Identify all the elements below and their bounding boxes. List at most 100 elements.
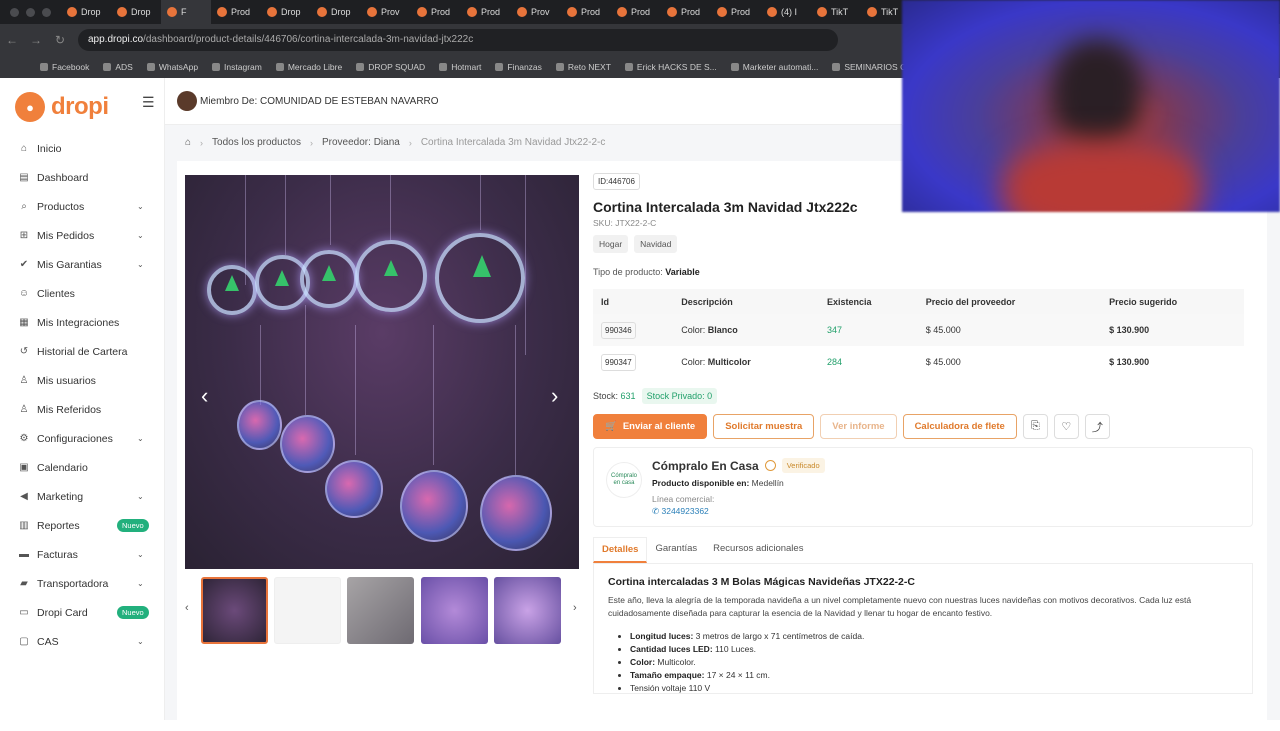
dropi-logo[interactable]: ● dropi <box>0 78 164 126</box>
download-file-icon[interactable]: ⎘ <box>1022 414 1048 439</box>
tab-details[interactable]: Detalles <box>593 537 648 563</box>
variant-id-cell: 990347 <box>593 346 673 378</box>
browser-tab[interactable]: TikT <box>811 0 861 24</box>
bookmark-item[interactable]: DROP SQUAD <box>356 62 425 72</box>
forward-icon[interactable]: → <box>24 33 48 47</box>
browser-tab[interactable]: Prod <box>711 0 761 24</box>
thumbnail-2[interactable] <box>274 577 341 644</box>
tab-warranties[interactable]: Garantías <box>647 537 705 563</box>
sidebar-item-facturas[interactable]: ▬ Facturas ⌄ <box>0 540 164 569</box>
phone-number: 3244923362 <box>661 506 709 516</box>
bookmark-item[interactable]: Mercado Libre <box>275 62 342 72</box>
sidebar-item-productos[interactable]: ⌕ Productos ⌄ <box>0 192 164 221</box>
window-controls[interactable] <box>0 7 61 17</box>
sidebar-item-dropi-card[interactable]: ▭ Dropi Card Nuevo <box>0 598 164 627</box>
sidebar-item-configuraciones[interactable]: ⚙ Configuraciones ⌄ <box>0 424 164 453</box>
sidebar-item-calendario[interactable]: ▣ Calendario <box>0 453 164 482</box>
gear-icon: ⚙ <box>19 433 29 444</box>
bookmark-item[interactable]: Hotmart <box>439 62 481 72</box>
bookmark-item[interactable]: ADS <box>103 61 133 72</box>
hamburger-menu-icon[interactable]: ☰ <box>142 94 155 111</box>
breadcrumb-supplier[interactable]: Proveedor: Diana <box>322 137 400 148</box>
browser-tab[interactable]: Prov <box>361 0 411 24</box>
browser-tab[interactable]: Prov <box>511 0 561 24</box>
sidebar-item-mis-referidos[interactable]: ♙ Mis Referidos <box>0 395 164 424</box>
detail-tabs: Detalles Garantías Recursos adicionales <box>593 537 1253 564</box>
freight-calculator-button[interactable]: Calculadora de flete <box>902 414 1017 439</box>
image-prev-arrow-icon[interactable]: ‹ <box>201 383 208 409</box>
bookmark-item[interactable]: Reto NEXT <box>555 61 611 72</box>
share-icon[interactable]: ⤴ <box>1084 414 1110 439</box>
sidebar-item-transportadora[interactable]: ▰ Transportadora ⌄ <box>0 569 164 598</box>
browser-tab[interactable]: Prod <box>561 0 611 24</box>
sidebar-item-mis-garantias[interactable]: ✔ Mis Garantias ⌄ <box>0 250 164 279</box>
bookmark-label: DROP SQUAD <box>368 61 426 72</box>
supplier-name[interactable]: Cómpralo En Casa <box>652 459 759 473</box>
tab-favicon-icon <box>267 7 277 17</box>
thumbs-prev-icon[interactable]: ‹ <box>185 602 189 614</box>
browser-tab[interactable]: Drop <box>311 0 361 24</box>
browser-tab-label: Drop <box>331 7 351 17</box>
tab-additional-resources[interactable]: Recursos adicionales <box>705 537 811 563</box>
browser-tab[interactable]: Drop <box>111 0 161 24</box>
whatsapp-icon: ✆ <box>652 506 660 516</box>
heart-icon[interactable]: ♡ <box>1053 414 1079 439</box>
bookmark-item[interactable]: SEMINARIOS C <box>832 62 906 72</box>
bookmark-item[interactable]: Facebook <box>40 62 89 72</box>
browser-tab[interactable]: Prod <box>461 0 511 24</box>
bookmark-item[interactable]: WhatsApp <box>146 62 198 72</box>
description-bullet: Tamaño empaque: 17 × 24 × 11 cm. <box>630 669 1238 682</box>
thumbs-next-icon[interactable]: › <box>573 602 577 614</box>
browser-tab[interactable]: Drop <box>61 0 111 24</box>
browser-tab[interactable]: Prod <box>211 0 261 24</box>
breadcrumb-all-products[interactable]: Todos los productos <box>212 137 301 148</box>
address-bar[interactable]: app.dropi.co/dashboard/product-details/4… <box>78 28 838 51</box>
back-icon[interactable]: ← <box>0 33 24 47</box>
browser-tab-label: Prod <box>481 7 501 17</box>
bookmark-item[interactable]: Marketer automati... <box>730 62 818 72</box>
sidebar-item-mis-pedidos[interactable]: ⊞ Mis Pedidos ⌄ <box>0 221 164 250</box>
cart-icon: ⊞ <box>19 230 29 241</box>
browser-tab-label: (4) I <box>781 7 798 17</box>
bookmark-item[interactable]: Erick HACKS DE S... <box>624 62 717 72</box>
chevron-down-icon: ⌄ <box>137 550 144 559</box>
description-paragraph: Este año, lleva la alegría de la tempora… <box>608 595 1192 618</box>
sidebar-item-inicio[interactable]: ⌂ Inicio <box>0 134 164 163</box>
sidebar-item-label: Mis Integraciones <box>37 316 120 329</box>
browser-tab[interactable]: Drop <box>261 0 311 24</box>
sidebar-item-mis-usuarios[interactable]: ♙ Mis usuarios <box>0 366 164 395</box>
sidebar-item-historial-de-cartera[interactable]: ↺ Historial de Cartera <box>0 337 164 366</box>
thumbnail-1[interactable] <box>201 577 268 644</box>
bookmark-label: Reto NEXT <box>567 61 611 72</box>
tab-favicon-icon <box>617 7 627 17</box>
tag[interactable]: Navidad <box>634 235 678 253</box>
browser-tab[interactable]: Prod <box>411 0 461 24</box>
sidebar-item-reportes[interactable]: ▥ Reportes Nuevo <box>0 511 164 540</box>
browser-tab[interactable]: (4) I <box>761 0 811 24</box>
home-icon[interactable]: ⌂ <box>185 137 191 148</box>
bookmark-label: ADS <box>115 61 133 72</box>
thumbnail-3[interactable] <box>347 577 414 644</box>
supplier-phone[interactable]: ✆ 3244923362 <box>652 506 709 517</box>
tag[interactable]: Hogar <box>593 235 629 253</box>
sidebar-item-clientes[interactable]: ☺ Clientes <box>0 279 164 308</box>
product-main-image[interactable]: ‹ › <box>185 175 579 569</box>
send-to-client-button[interactable]: 🛒 Enviar al cliente <box>593 414 708 439</box>
sidebar-item-dashboard[interactable]: ▤ Dashboard <box>0 163 164 192</box>
request-sample-button[interactable]: Solicitar muestra <box>713 414 815 439</box>
thumbnail-4[interactable] <box>421 577 488 644</box>
reload-icon[interactable]: ↻ <box>48 33 72 47</box>
browser-tab[interactable]: Prod <box>661 0 711 24</box>
bookmark-item[interactable]: Finanzas <box>495 62 542 72</box>
thumbnail-5[interactable] <box>494 577 561 644</box>
bookmark-item[interactable]: Instagram <box>212 62 262 72</box>
avatar[interactable] <box>177 91 197 111</box>
sidebar-item-marketing[interactable]: ◀ Marketing ⌄ <box>0 482 164 511</box>
new-badge: Nuevo <box>117 519 149 532</box>
sidebar-item-cas[interactable]: ▢ CAS ⌄ <box>0 627 164 656</box>
browser-tab[interactable]: Prod <box>611 0 661 24</box>
browser-tab[interactable]: F <box>161 0 211 24</box>
view-report-button[interactable]: Ver informe <box>820 414 897 439</box>
image-next-arrow-icon[interactable]: › <box>551 383 558 409</box>
sidebar-item-mis-integraciones[interactable]: ▦ Mis Integraciones <box>0 308 164 337</box>
